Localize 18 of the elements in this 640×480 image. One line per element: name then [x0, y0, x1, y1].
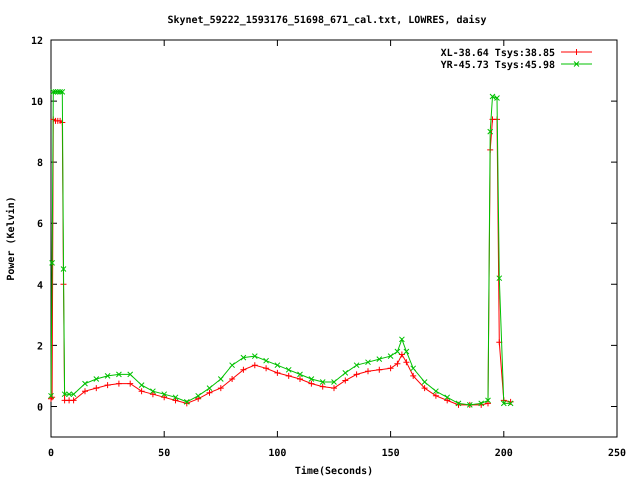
- tick-label: 4: [36, 280, 43, 292]
- tick-label: 8: [36, 158, 43, 170]
- chart-title: Skynet_59222_1593176_51698_671_cal.txt, LOWRES, daisy: [167, 15, 487, 26]
- tick-label: 50: [158, 448, 170, 459]
- tick-label: 2: [36, 341, 43, 352]
- tick-label: 150: [382, 448, 400, 459]
- tick-label: 200: [494, 448, 513, 459]
- legend-label: XL-38.64 Tsys:38.85: [440, 48, 555, 59]
- tick-label: 6: [36, 219, 43, 230]
- axis-label: Power (Kelvin): [6, 196, 17, 281]
- legend-label: YR-45.73 Tsys:45.98: [440, 60, 555, 71]
- axis-label: Time(Seconds): [294, 466, 374, 477]
- tick-label: 250: [608, 448, 626, 459]
- tick-label: 10: [30, 97, 43, 108]
- tick-label: 0: [48, 448, 54, 459]
- tick-label: 100: [268, 448, 286, 459]
- tick-label: 0: [36, 402, 43, 414]
- tick-label: 12: [30, 36, 43, 47]
